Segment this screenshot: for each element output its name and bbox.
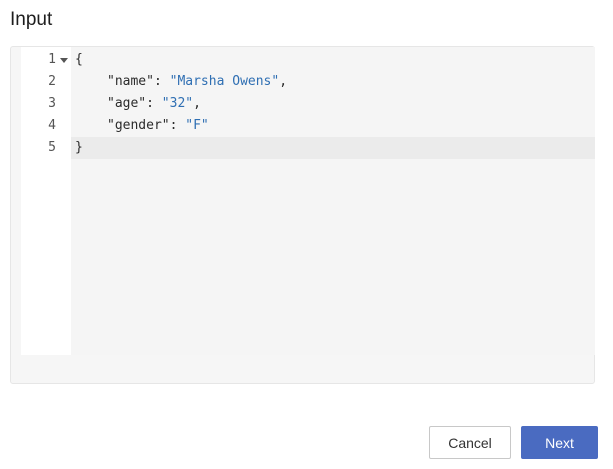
- json-key: "gender": [107, 118, 170, 133]
- code-area[interactable]: { "name": "Marsha Owens", "age": "32", "…: [71, 47, 595, 355]
- page-title: Input: [10, 9, 53, 30]
- gutter-line: 3: [21, 93, 71, 115]
- json-comma: ,: [279, 74, 288, 89]
- json-string-value: "F": [185, 118, 209, 133]
- open-brace: {: [75, 52, 83, 67]
- line-number: 3: [48, 96, 56, 111]
- json-separator: :: [146, 96, 162, 111]
- json-separator: :: [153, 74, 170, 89]
- line-number: 2: [48, 74, 56, 89]
- json-key: "name": [107, 74, 154, 89]
- close-brace: }: [75, 140, 83, 155]
- active-code-line[interactable]: }: [71, 137, 595, 159]
- input-dialog: Input 1 2 3 4 5 {"name": "Marsha Owens"…: [0, 0, 613, 469]
- code-line[interactable]: {: [71, 49, 595, 71]
- fold-arrow-down-icon[interactable]: [60, 58, 68, 63]
- json-separator: :: [169, 118, 186, 133]
- gutter-line: 5: [21, 137, 71, 159]
- gutter-line: 4: [21, 115, 71, 137]
- gutter-line: 2: [21, 71, 71, 93]
- code-line[interactable]: "gender": "F": [71, 115, 595, 137]
- line-number-gutter: 1 2 3 4 5: [21, 47, 71, 355]
- gutter-line: 1: [21, 49, 71, 71]
- next-button[interactable]: Next: [521, 426, 598, 459]
- code-line[interactable]: "age": "32",: [71, 93, 595, 115]
- json-editor[interactable]: 1 2 3 4 5 {"name": "Marsha Owens", "age…: [21, 47, 595, 355]
- json-string-value: "Marsha Owens": [169, 74, 280, 89]
- code-line[interactable]: "name": "Marsha Owens",: [71, 71, 595, 93]
- line-number: 5: [48, 140, 56, 155]
- line-number: 4: [48, 118, 56, 133]
- editor-container: 1 2 3 4 5 {"name": "Marsha Owens", "age…: [10, 46, 595, 384]
- cancel-button[interactable]: Cancel: [429, 426, 511, 459]
- json-comma: ,: [193, 96, 201, 111]
- json-string-value: "32": [161, 96, 194, 111]
- json-key: "age": [107, 96, 147, 111]
- line-number: 1: [48, 52, 56, 67]
